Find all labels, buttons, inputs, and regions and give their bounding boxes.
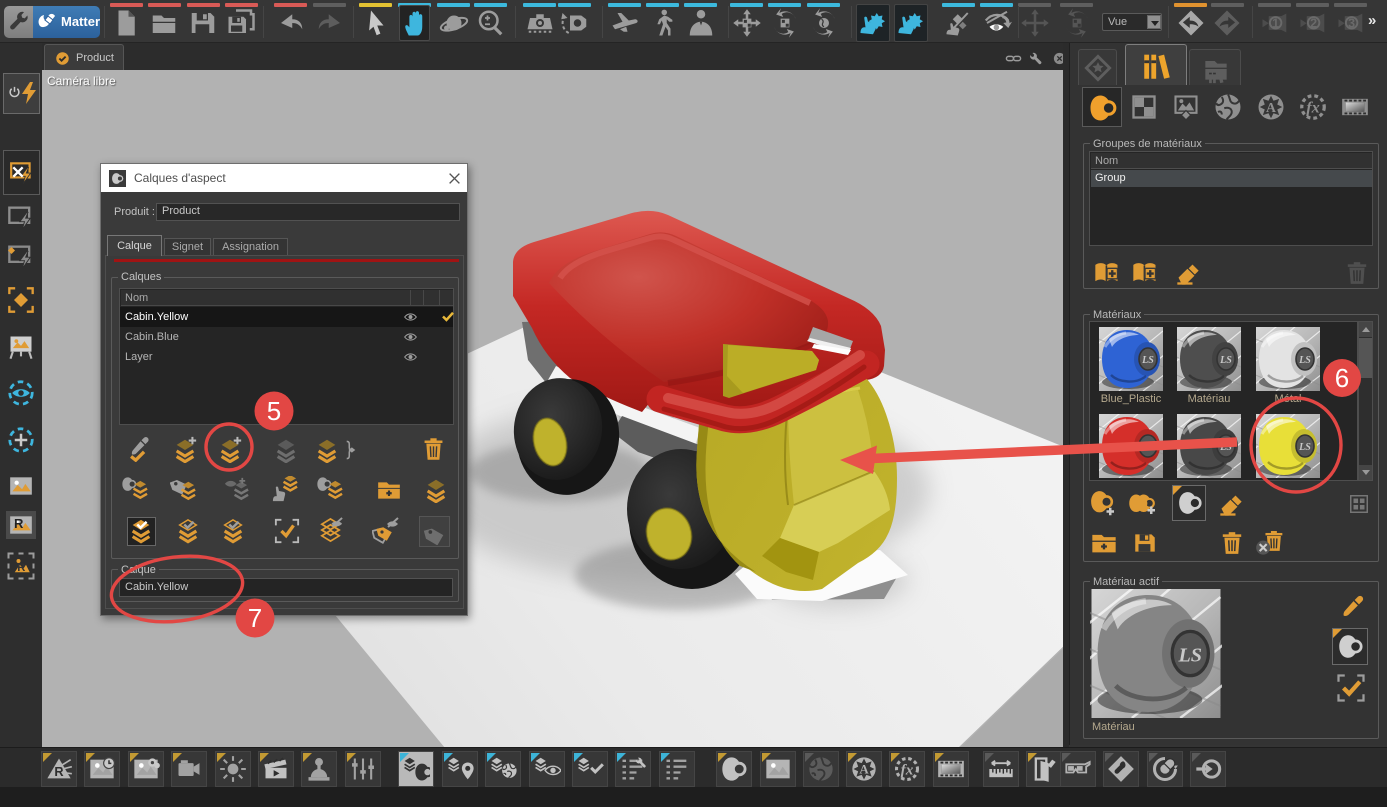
svg-text:1: 1 — [1272, 16, 1279, 30]
svg-text:3: 3 — [1348, 16, 1355, 30]
svg-text:2: 2 — [1310, 16, 1317, 30]
svg-text:R: R — [17, 562, 25, 574]
